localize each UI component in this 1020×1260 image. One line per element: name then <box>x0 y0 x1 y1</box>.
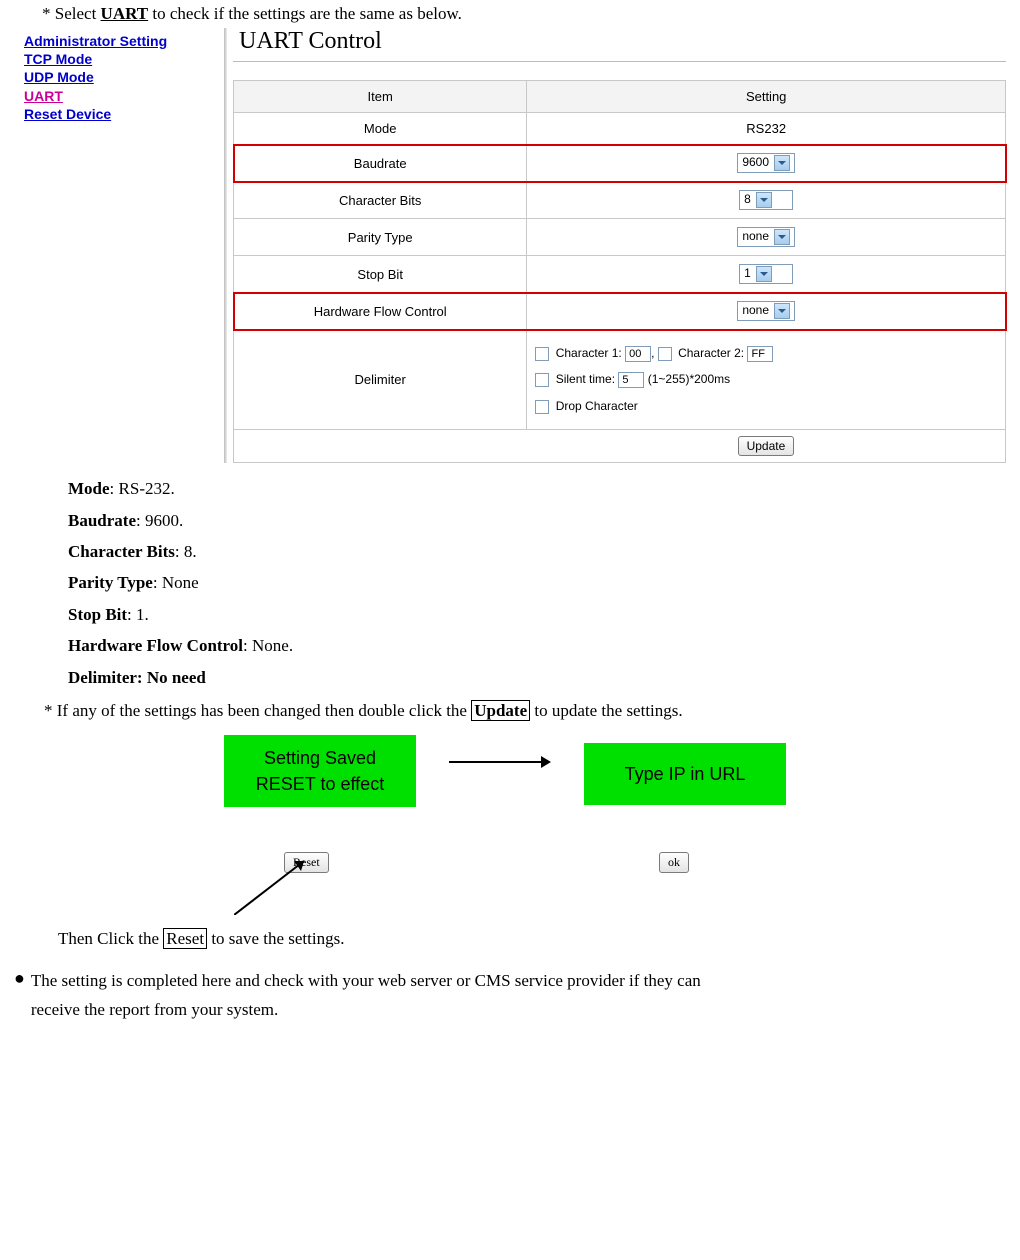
row-charbits-value: 8 <box>527 182 1006 219</box>
uart-keyword: UART <box>101 4 149 23</box>
th-setting: Setting <box>527 81 1006 113</box>
char1-input[interactable]: 00 <box>625 346 651 362</box>
row-hwflow-label: Hardware Flow Control <box>234 293 527 330</box>
row-delimiter-value: Character 1: 00, Character 2: FF Silent … <box>527 330 1006 430</box>
update-instruction: * If any of the settings has been change… <box>44 701 1006 721</box>
update-button[interactable]: Update <box>738 436 795 456</box>
sidebar-item-tcp[interactable]: TCP Mode <box>24 50 224 68</box>
arrow-to-reset-icon <box>234 855 324 915</box>
closing-note: ● The setting is completed here and chec… <box>14 967 1006 1025</box>
row-delimiter-label: Delimiter <box>234 330 527 430</box>
spec-list: Mode: RS-232. Baudrate: 9600. Character … <box>68 473 1006 693</box>
row-baudrate-label: Baudrate <box>234 145 527 182</box>
th-item: Item <box>234 81 527 113</box>
charbits-select[interactable]: 8 <box>739 190 793 210</box>
reset-flow-diagram: Setting SavedRESET to effect Type IP in … <box>184 735 1006 925</box>
uart-control-pane: UART Control Item Setting Mode RS232 Bau… <box>233 28 1006 463</box>
chevron-down-icon <box>774 155 790 171</box>
pane-title: UART Control <box>239 28 1006 55</box>
chevron-down-icon <box>756 266 772 282</box>
row-parity-label: Parity Type <box>234 219 527 256</box>
sidebar-item-admin[interactable]: Administrator Setting <box>24 32 224 50</box>
reset-boxed: Reset <box>163 928 207 949</box>
parity-select[interactable]: none <box>737 227 795 247</box>
config-screenshot: Administrator Setting TCP Mode UDP Mode … <box>24 28 1006 463</box>
sidebar-nav: Administrator Setting TCP Mode UDP Mode … <box>24 28 224 463</box>
vertical-divider <box>224 28 227 463</box>
row-hwflow-value: none <box>527 293 1006 330</box>
update-boxed: Update <box>471 700 530 721</box>
stopbit-select[interactable]: 1 <box>739 264 793 284</box>
setting-saved-box: Setting SavedRESET to effect <box>224 735 416 807</box>
row-parity-value: none <box>527 219 1006 256</box>
chevron-down-icon <box>774 303 790 319</box>
sidebar-item-reset[interactable]: Reset Device <box>24 105 224 123</box>
char1-checkbox[interactable] <box>535 347 549 361</box>
bullet-icon: ● <box>14 967 25 1025</box>
chevron-down-icon <box>774 229 790 245</box>
arrow-right-icon <box>449 761 549 763</box>
sidebar-item-udp[interactable]: UDP Mode <box>24 68 224 86</box>
sidebar-item-uart[interactable]: UART <box>24 87 224 105</box>
row-stopbit-value: 1 <box>527 256 1006 293</box>
silent-input[interactable]: 5 <box>618 372 644 388</box>
ok-button[interactable]: ok <box>659 852 689 873</box>
instruction-select-uart: * Select UART to check if the settings a… <box>42 4 1006 24</box>
silent-checkbox[interactable] <box>535 373 549 387</box>
row-charbits-label: Character Bits <box>234 182 527 219</box>
char2-input[interactable]: FF <box>747 346 773 362</box>
then-click-reset: Then Click the Reset to save the setting… <box>58 929 1006 949</box>
row-stopbit-label: Stop Bit <box>234 256 527 293</box>
row-mode-label: Mode <box>234 113 527 145</box>
char2-checkbox[interactable] <box>658 347 672 361</box>
baudrate-select[interactable]: 9600 <box>737 153 795 173</box>
uart-settings-table: Item Setting Mode RS232 Baudrate 9600 Ch… <box>233 80 1006 463</box>
row-mode-value: RS232 <box>527 113 1006 145</box>
hwflow-select[interactable]: none <box>737 301 795 321</box>
row-baudrate-value: 9600 <box>527 145 1006 182</box>
type-ip-box: Type IP in URL <box>584 743 786 805</box>
chevron-down-icon <box>756 192 772 208</box>
drop-checkbox[interactable] <box>535 400 549 414</box>
divider <box>233 61 1006 62</box>
